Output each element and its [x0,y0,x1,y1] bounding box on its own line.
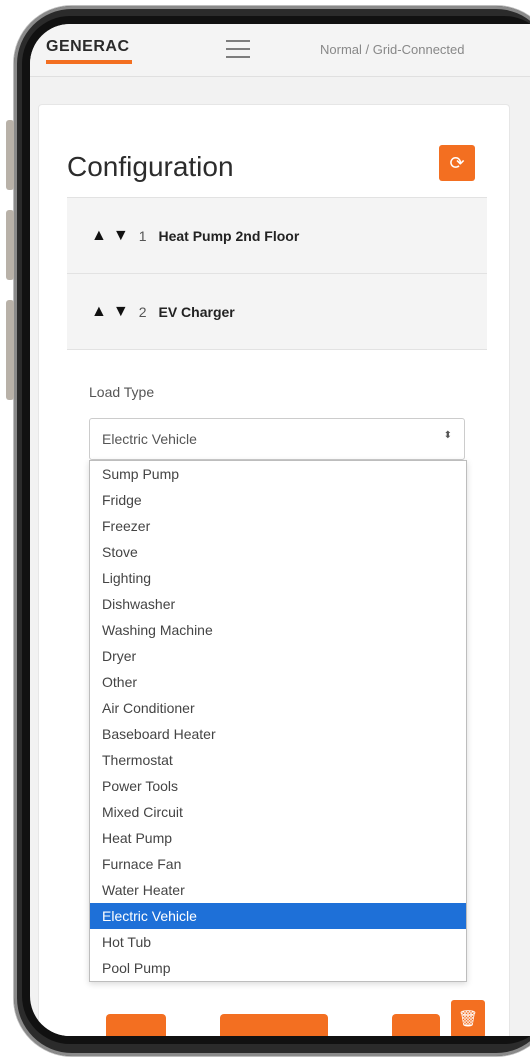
load-type-label: Load Type [89,384,155,400]
bottom-action-button[interactable] [220,1014,328,1036]
dropdown-option[interactable]: Power Tools [90,773,466,799]
dropdown-option[interactable]: Other [90,669,466,695]
dropdown-option[interactable]: Stove [90,539,466,565]
page-title: Configuration [67,151,234,182]
generac-logo: GENERAC [46,38,130,55]
bottom-action-button[interactable] [106,1014,166,1036]
move-down-icon[interactable]: ▼ [113,228,129,244]
dropdown-option[interactable]: Heat Pump [90,825,466,851]
dropdown-option[interactable]: Dryer [90,643,466,669]
dropdown-option[interactable]: Hot Tub [90,929,466,955]
dropdown-option[interactable]: Lighting [90,565,466,591]
logo-underline [46,60,132,64]
phone-side-button [6,120,14,190]
dropdown-option[interactable]: Thermostat [90,747,466,773]
dropdown-option[interactable]: Freezer [90,513,466,539]
app-screen: GENERAC Normal / Grid-Connected Configur… [30,24,530,1036]
load-item-2[interactable]: ▲ ▼ 2 EV Charger [67,273,487,350]
dropdown-option[interactable]: Baseboard Heater [90,721,466,747]
dropdown-option[interactable]: Dishwasher [90,591,466,617]
bottom-action-button[interactable] [392,1014,440,1036]
hamburger-menu-icon[interactable] [226,40,250,58]
load-detail-panel: Load Type Electric Vehicle ⬍ Sump Pump F… [67,349,487,1036]
move-up-icon[interactable]: ▲ [91,304,107,320]
phone-side-button [6,210,14,280]
system-status: Normal / Grid-Connected [320,42,465,57]
select-arrow-icon: ⬍ [443,430,452,441]
dropdown-option[interactable]: Fridge [90,487,466,513]
refresh-button[interactable]: ⟳ [439,145,475,181]
dropdown-option[interactable]: Mixed Circuit [90,799,466,825]
load-name: Heat Pump 2nd Floor [158,228,300,244]
load-item-1[interactable]: ▲ ▼ 1 Heat Pump 2nd Floor [67,197,487,274]
top-nav-bar: GENERAC Normal / Grid-Connected [30,24,530,77]
dropdown-option[interactable]: Washing Machine [90,617,466,643]
load-type-dropdown: Sump Pump Fridge Freezer Stove Lighting … [89,460,467,982]
dropdown-option[interactable]: Sump Pump [90,461,466,487]
trash-icon: 🗑 [457,1011,479,1028]
load-name: EV Charger [158,304,235,320]
move-down-icon[interactable]: ▼ [113,304,129,320]
load-type-value: Electric Vehicle [102,431,197,447]
configuration-card: Configuration ⟳ ▲ ▼ 1 Heat Pump 2nd Floo… [38,104,510,1036]
load-type-select[interactable]: Electric Vehicle ⬍ [89,418,465,460]
move-up-icon[interactable]: ▲ [91,228,107,244]
delete-load-button[interactable]: 🗑 [451,1000,485,1036]
refresh-icon: ⟳ [449,152,465,173]
dropdown-option[interactable]: Water Heater [90,877,466,903]
dropdown-option[interactable]: Air Conditioner [90,695,466,721]
dropdown-option-selected[interactable]: Electric Vehicle [90,903,466,929]
dropdown-option[interactable]: Furnace Fan [90,851,466,877]
load-number: 1 [138,228,147,244]
phone-side-button [6,300,14,400]
dropdown-option[interactable]: Pool Pump [90,955,466,981]
load-number: 2 [138,304,147,320]
